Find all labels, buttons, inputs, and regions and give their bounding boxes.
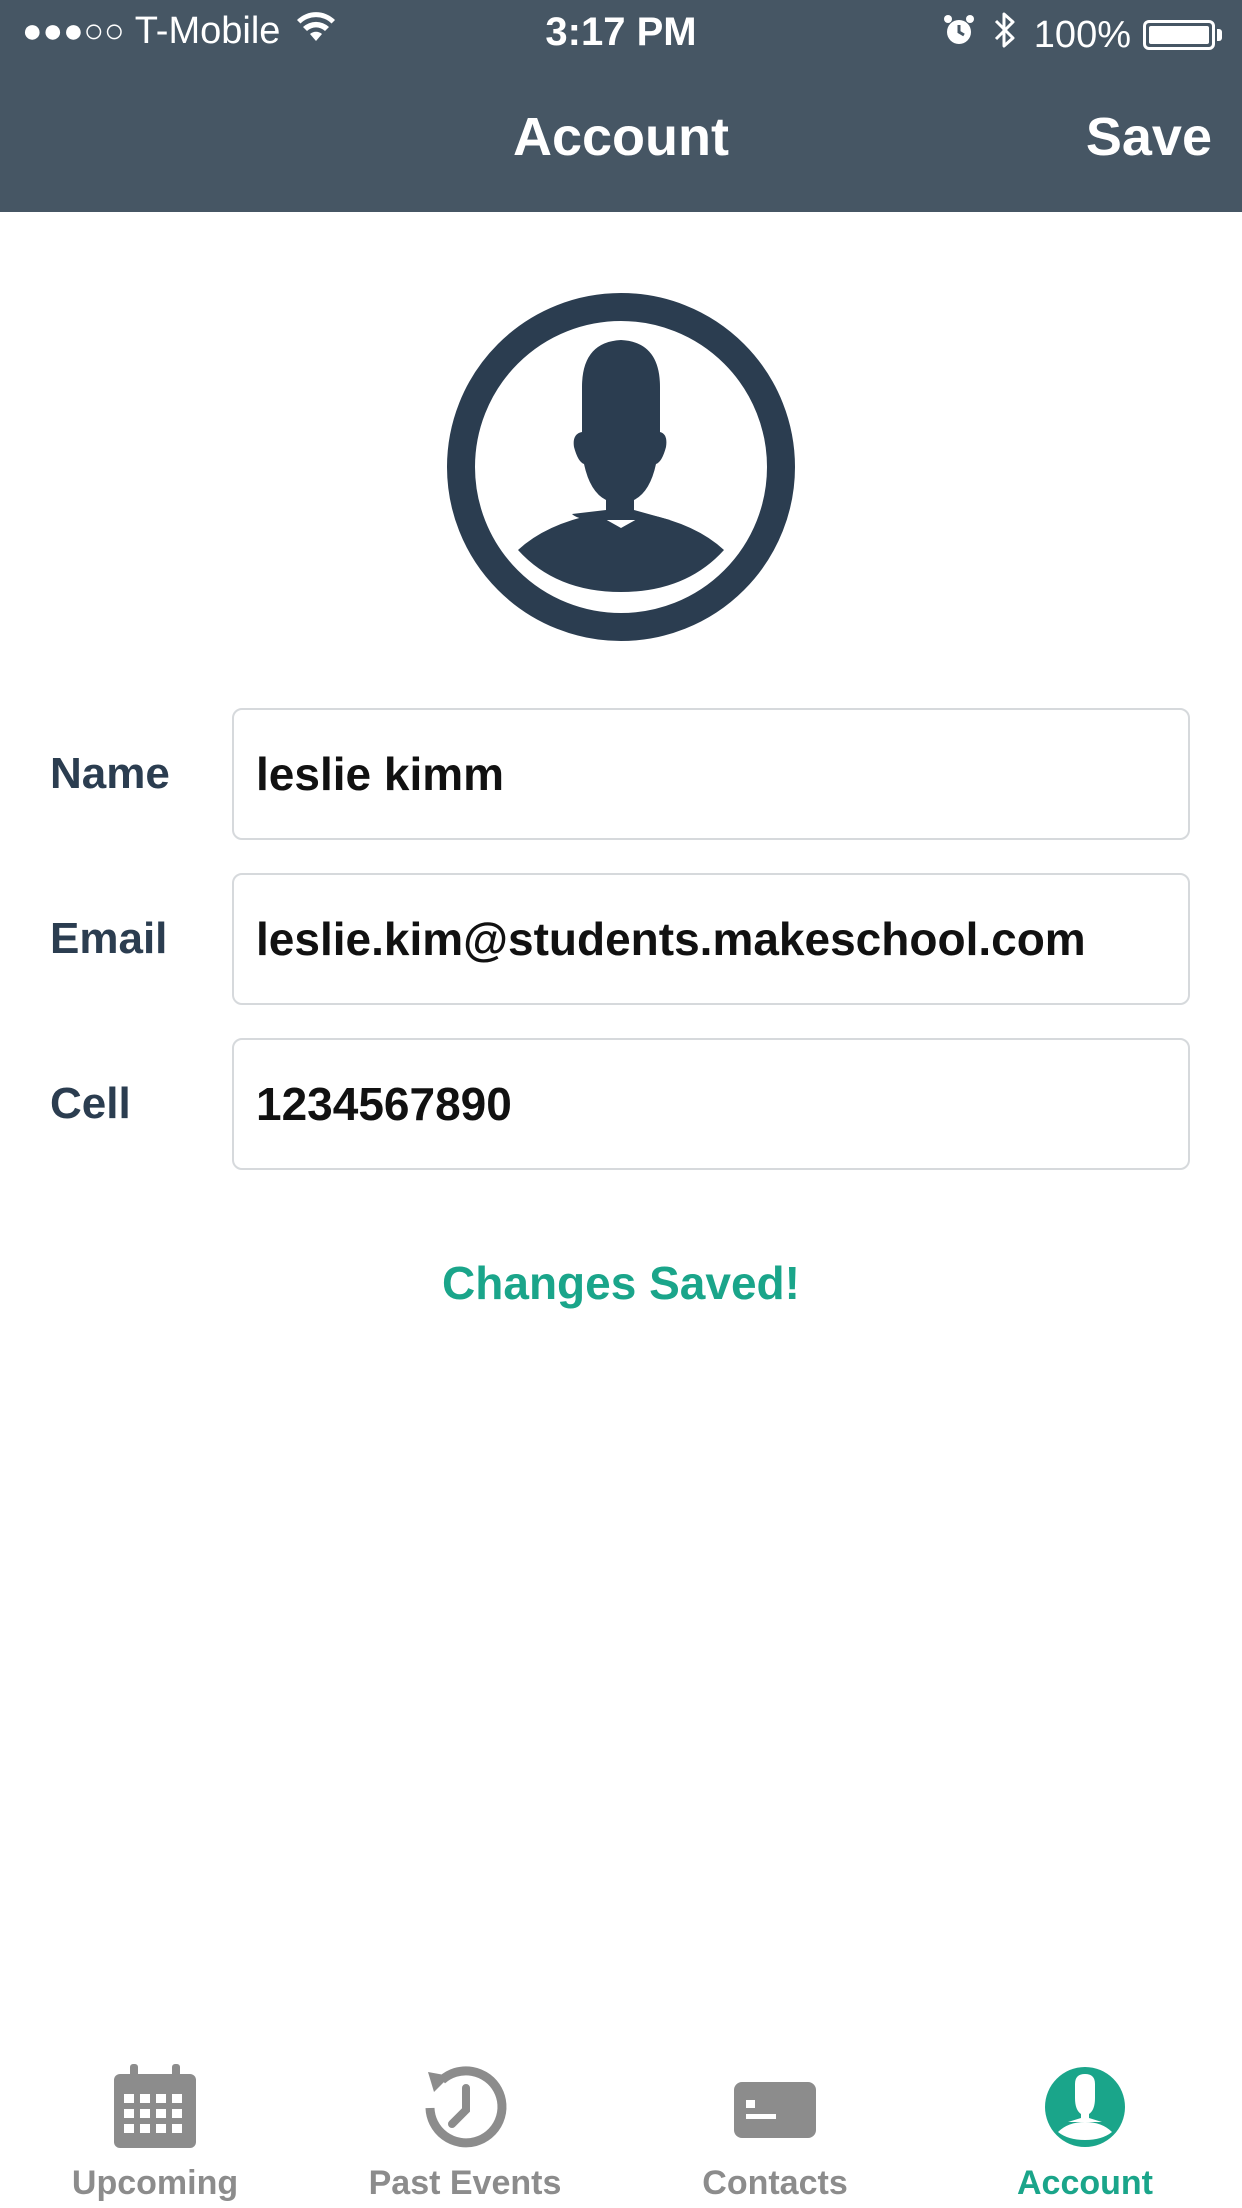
avatar[interactable] xyxy=(446,292,796,642)
email-field[interactable]: leslie.kim@students.makeschool.com xyxy=(232,873,1190,1005)
cell-field[interactable]: 1234567890 xyxy=(232,1038,1190,1170)
tab-account-label: Account xyxy=(1017,2164,1153,2202)
cell-row: Cell 1234567890 xyxy=(0,1038,1242,1170)
signal-strength: ●●●○○ xyxy=(22,12,125,50)
tab-upcoming[interactable]: Upcoming xyxy=(0,2040,310,2208)
wifi-icon xyxy=(296,10,336,53)
changes-saved-message: Changes Saved! xyxy=(442,1257,800,1309)
tab-contacts[interactable]: Contacts xyxy=(620,2040,930,2208)
carrier-name: T-Mobile xyxy=(134,10,281,52)
history-icon xyxy=(425,2066,507,2148)
name-label: Name xyxy=(50,749,170,798)
email-row: Email leslie.kim@students.makeschool.com xyxy=(0,873,1242,1005)
name-row: Name leslie kimm xyxy=(0,708,1242,840)
top-bar: ●●●○○ T-Mobile 3:17 PM 100% Account Save xyxy=(0,0,1242,212)
page-title: Account xyxy=(513,107,729,167)
tab-bar: Upcoming Past Events Contacts Account xyxy=(0,2040,1242,2208)
name-field[interactable]: leslie kimm xyxy=(232,708,1190,840)
cell-label: Cell xyxy=(50,1079,131,1128)
user-profile-icon xyxy=(447,293,795,641)
save-button[interactable]: Save xyxy=(1086,106,1212,168)
calendar-icon xyxy=(114,2064,196,2148)
tab-upcoming-label: Upcoming xyxy=(71,2164,239,2202)
tab-past-events-label: Past Events xyxy=(368,2164,562,2202)
email-label: Email xyxy=(50,914,168,963)
alarm-icon xyxy=(942,13,976,57)
tab-contacts-label: Contacts xyxy=(702,2164,848,2202)
battery-percent: 100% xyxy=(1033,13,1131,56)
account-icon xyxy=(1045,2067,1125,2147)
bluetooth-icon xyxy=(992,10,1018,60)
tab-account[interactable]: Account xyxy=(930,2040,1240,2208)
tab-past-events[interactable]: Past Events xyxy=(310,2040,620,2208)
status-bar: ●●●○○ T-Mobile 3:17 PM 100% xyxy=(0,0,1242,66)
contact-card-icon xyxy=(734,2082,816,2138)
battery-icon xyxy=(1143,20,1222,50)
